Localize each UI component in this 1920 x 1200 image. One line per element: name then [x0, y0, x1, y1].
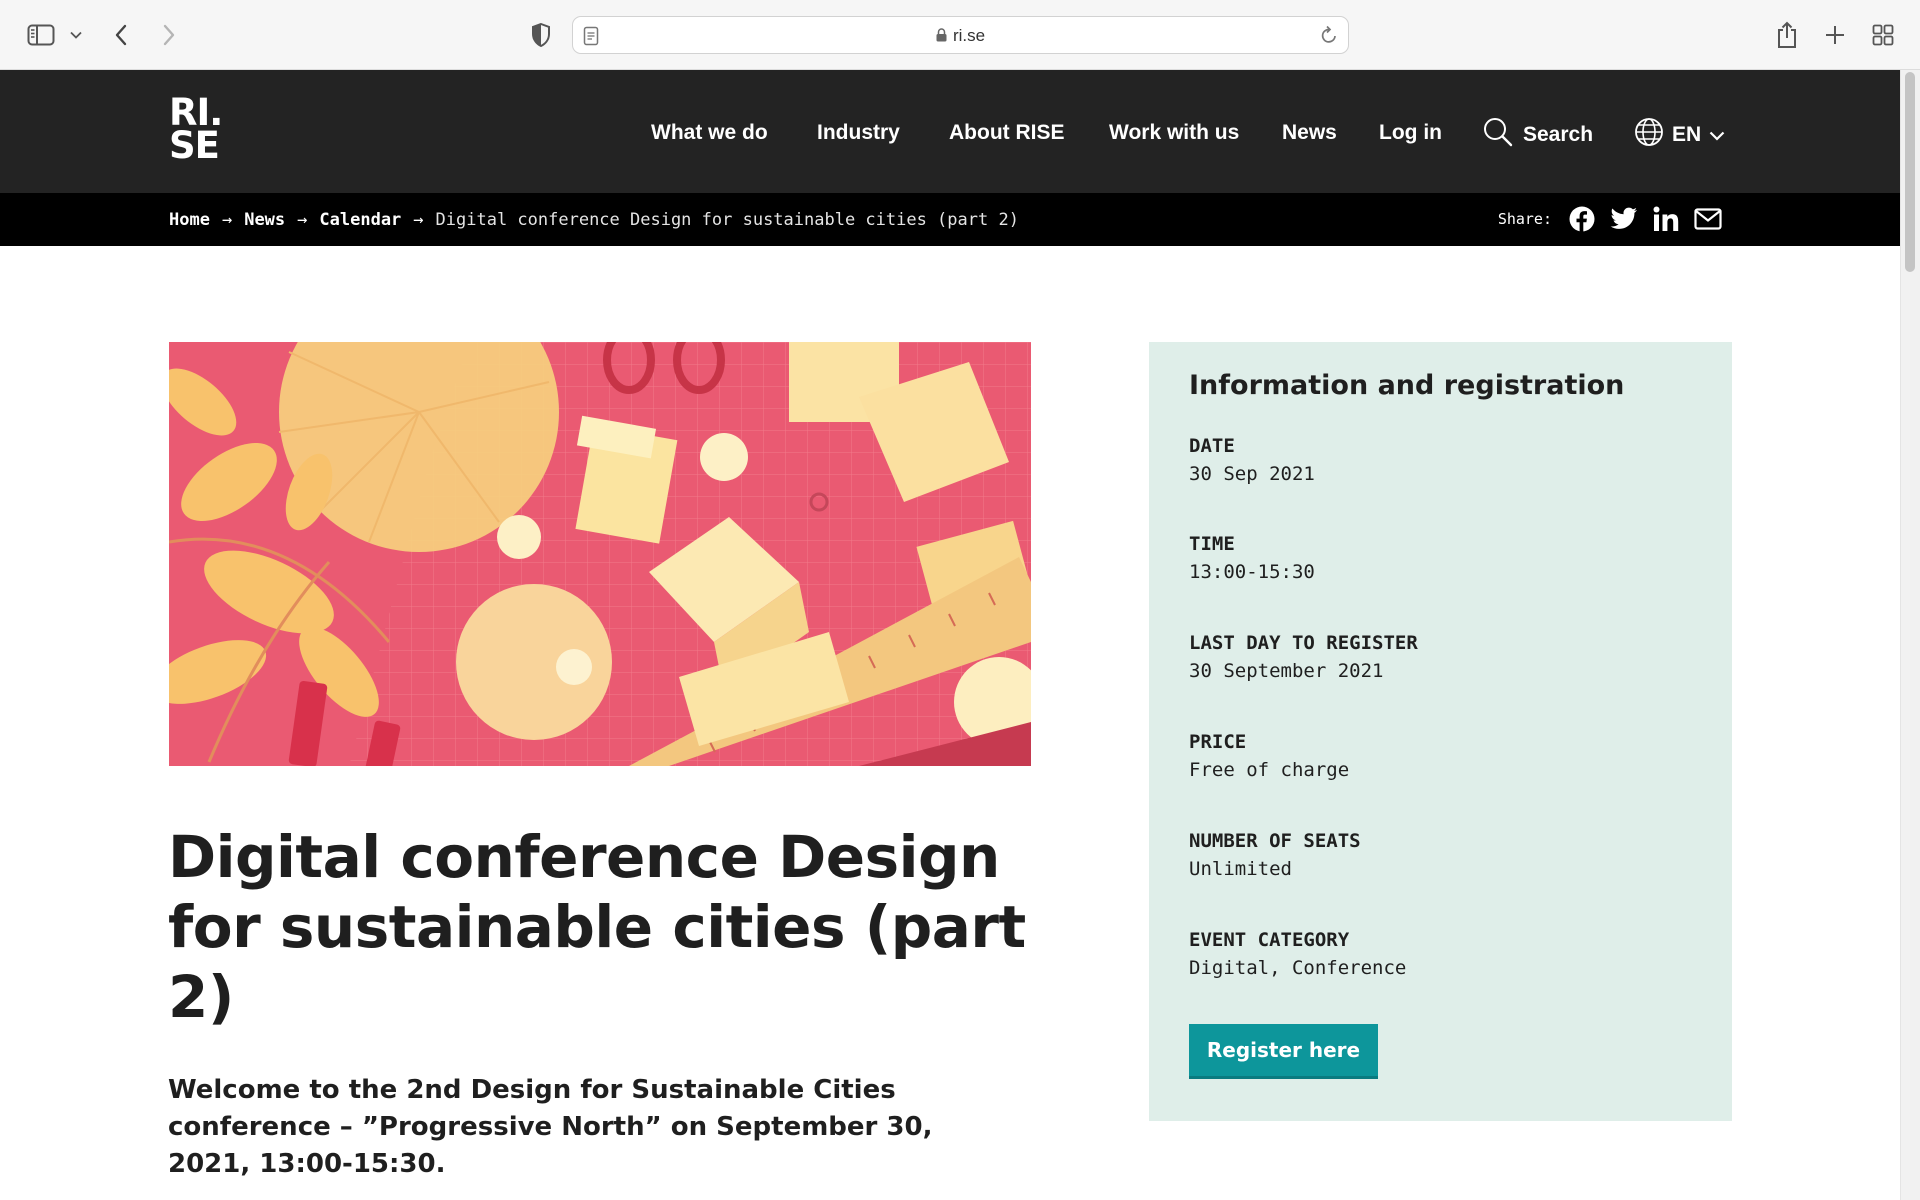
info-value: Digital, Conference [1189, 957, 1407, 979]
rise-logo[interactable]: RI. SE [169, 94, 223, 167]
browser-toolbar: ri.se [0, 0, 1920, 70]
nav-industry[interactable]: Industry [817, 121, 900, 145]
info-time: TIME 13:00-15:30 [1189, 530, 1315, 586]
info-label: EVENT CATEGORY [1189, 929, 1350, 951]
info-label: TIME [1189, 533, 1235, 555]
forward-icon[interactable] [154, 20, 184, 50]
privacy-shield-icon[interactable] [526, 20, 556, 50]
breadcrumb-separator: → [297, 210, 308, 230]
url-text: ri.se [952, 26, 986, 45]
info-label: LAST DAY TO REGISTER [1189, 632, 1418, 654]
info-value: Free of charge [1189, 759, 1350, 781]
info-seats: NUMBER OF SEATS Unlimited [1189, 827, 1361, 883]
info-heading: Information and registration [1189, 370, 1625, 401]
nav-what-we-do[interactable]: What we do [651, 121, 768, 145]
info-label: PRICE [1189, 731, 1247, 753]
lock-icon [936, 27, 947, 47]
breadcrumb-home[interactable]: Home [169, 210, 210, 230]
breadcrumb-bar: Home → News → Calendar → Digital confere… [0, 193, 1900, 246]
nav-news[interactable]: News [1282, 121, 1337, 145]
info-value: 30 September 2021 [1189, 660, 1384, 682]
sidebar-toggle-icon[interactable] [26, 20, 56, 50]
info-panel: Information and registration DATE 30 Sep… [1149, 342, 1732, 1121]
globe-icon [1634, 117, 1664, 153]
tab-overview-icon[interactable] [1868, 20, 1898, 50]
new-tab-icon[interactable] [1820, 20, 1850, 50]
mail-icon[interactable] [1694, 205, 1722, 233]
share-icon[interactable] [1772, 20, 1802, 50]
hero-illustration [169, 342, 1031, 766]
breadcrumb-separator: → [413, 210, 424, 230]
article-lead: Welcome to the 2nd Design for Sustainabl… [168, 1075, 933, 1179]
info-value: 13:00-15:30 [1189, 561, 1315, 583]
search-label: Search [1523, 123, 1594, 146]
breadcrumb-news[interactable]: News [244, 210, 285, 230]
info-label: NUMBER OF SEATS [1189, 830, 1361, 852]
breadcrumb: Home → News → Calendar → Digital confere… [169, 210, 1019, 230]
info-category: EVENT CATEGORY Digital, Conference [1189, 926, 1406, 982]
share-label: Share: [1497, 210, 1552, 228]
info-value: Unlimited [1189, 858, 1292, 880]
facebook-icon[interactable] [1568, 205, 1596, 233]
nav-search[interactable]: Search [1483, 117, 1593, 153]
chevron-down-icon[interactable] [62, 20, 90, 50]
chevron-down-icon [1709, 123, 1725, 147]
reload-icon[interactable] [1320, 25, 1338, 50]
back-icon[interactable] [106, 20, 136, 50]
language-label: EN [1672, 123, 1702, 146]
nav-about-rise[interactable]: About RISE [949, 121, 1065, 145]
url-display: ri.se [573, 26, 1348, 47]
breadcrumb-calendar[interactable]: Calendar [319, 210, 401, 230]
share-links: Share: [1498, 205, 1722, 233]
info-value: 30 Sep 2021 [1189, 463, 1315, 485]
register-button[interactable]: Register here [1189, 1024, 1378, 1079]
breadcrumb-current: Digital conference Design for sustainabl… [435, 210, 1019, 230]
hero-image [169, 342, 1031, 766]
twitter-icon[interactable] [1610, 205, 1638, 233]
info-label: DATE [1189, 435, 1235, 457]
nav-work-with-us[interactable]: Work with us [1109, 121, 1239, 145]
nav-log-in[interactable]: Log in [1379, 121, 1442, 145]
info-date: DATE 30 Sep 2021 [1189, 432, 1315, 488]
site-header: RI. SE What we do Industry About RISE Wo… [0, 70, 1900, 193]
info-price: PRICE Free of charge [1189, 728, 1349, 784]
language-selector[interactable]: EN [1634, 117, 1725, 153]
info-last-day: LAST DAY TO REGISTER 30 September 2021 [1189, 629, 1418, 685]
scrollbar-thumb[interactable] [1905, 72, 1915, 272]
page-title: Digital conference Design for sustainabl… [168, 823, 1026, 1031]
address-bar[interactable]: ri.se [572, 16, 1349, 54]
breadcrumb-separator: → [221, 210, 233, 230]
logo-line-2: SE [169, 124, 220, 167]
search-icon [1483, 117, 1513, 153]
linkedin-icon[interactable] [1652, 205, 1680, 233]
